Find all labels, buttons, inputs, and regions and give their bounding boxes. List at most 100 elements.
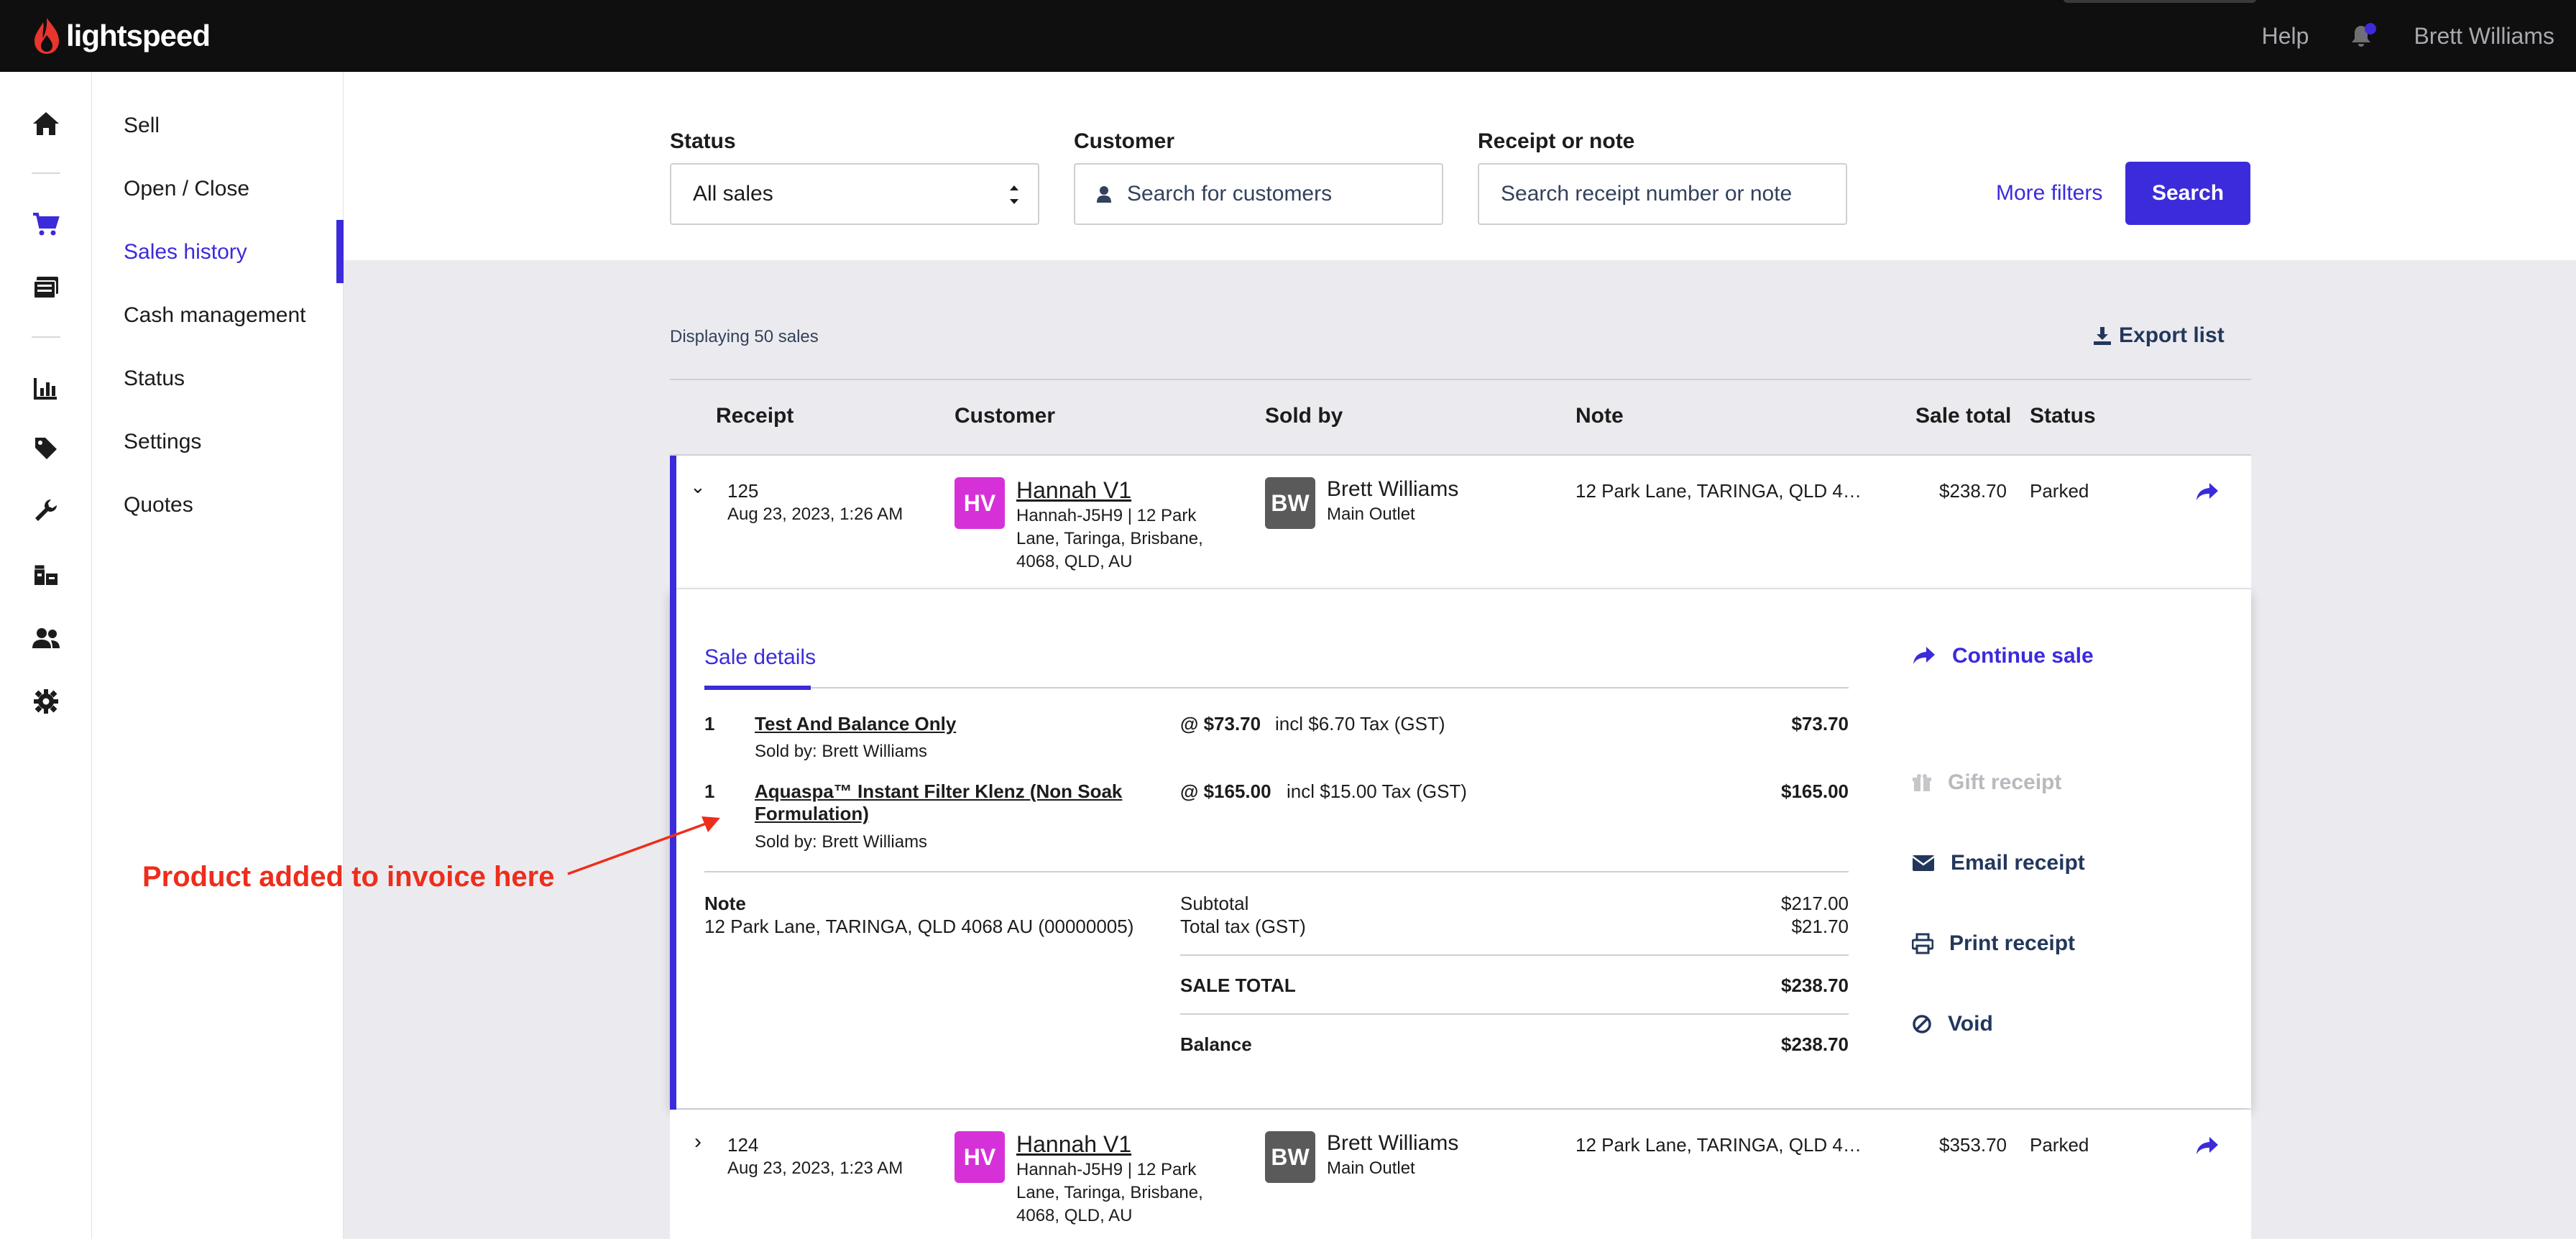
customer-name-link[interactable]: Hannah V1 [1016,477,1131,504]
continue-sale-label: Continue sale [1952,644,2094,668]
nav-item-cash-management[interactable]: Cash management [124,303,305,328]
results-count: Displaying 50 sales [670,327,819,346]
note-value: 12 Park Lane, TARINGA, QLD 4068 AU (0000… [704,916,1134,937]
seller-avatar: BW [1265,1131,1315,1183]
header-note: Note [1576,404,1624,428]
tag-icon[interactable] [29,431,63,466]
item-name-link[interactable]: Test And Balance Only [755,713,956,735]
chart-icon[interactable] [29,371,63,405]
sale-total: $353.70 [1939,1134,2007,1156]
table-row[interactable]: ⌄ 125 Aug 23, 2023, 1:26 AM HV Hannah V1… [670,456,2251,589]
row-expand-chevron[interactable]: › [694,1130,702,1154]
topbar-tab-edge [2063,0,2257,3]
subtotal-label: Subtotal [1180,893,1249,914]
envelope-icon [1912,855,1935,871]
nav-item-status[interactable]: Status [124,367,185,391]
item-sold-by: Sold by: Brett Williams [755,742,928,761]
status-select-value: All sales [693,182,773,206]
sale-total-label: SALE TOTAL [1180,975,1296,996]
tab-sale-details[interactable]: Sale details [704,645,816,670]
row-collapse-chevron[interactable]: ⌄ [690,476,706,498]
search-button[interactable]: Search [2125,162,2250,225]
nav-item-sell[interactable]: Sell [124,114,160,138]
brand-name: lightspeed [66,19,211,52]
continue-sale-arrow-icon[interactable] [2195,480,2220,505]
seller-name: Brett Williams [1327,477,1459,501]
customer-detail: Hannah-J5H9 | 12 Park Lane, Taringa, Bri… [1016,1159,1203,1228]
email-receipt-button[interactable]: Email receipt [1912,851,2085,875]
print-receipt-label: Print receipt [1949,931,2076,955]
customer-detail-line: Lane, Taringa, Brisbane, [1016,1183,1203,1202]
status-select[interactable]: All sales [670,163,1039,225]
warehouse-icon[interactable] [29,558,63,592]
customer-detail-line: 4068, QLD, AU [1016,1206,1133,1225]
sale-status: Parked [2030,480,2089,502]
continue-sale-arrow-icon[interactable] [2195,1134,2220,1159]
user-menu[interactable]: Brett Williams [2414,23,2554,50]
gift-receipt-button[interactable]: Gift receipt [1912,770,2061,795]
nav-item-open-close[interactable]: Open / Close [124,177,249,201]
flame-icon [34,18,59,54]
topbar-actions: Help Brett Williams [2262,0,2554,72]
register-icon[interactable] [29,270,63,305]
notification-dot [2365,23,2377,34]
header-status: Status [2030,404,2096,428]
avatar: HV [954,477,1005,529]
customer-detail: Hannah-J5H9 | 12 Park Lane, Taringa, Bri… [1016,505,1203,574]
bell-icon[interactable] [2350,23,2377,47]
gear-icon[interactable] [29,684,63,719]
customer-search-input[interactable]: Search for customers [1074,163,1443,225]
nav-item-settings[interactable]: Settings [124,430,201,454]
users-icon[interactable] [29,621,63,655]
item-unit-price: @ $165.00 [1180,780,1271,802]
nav-item-quotes[interactable]: Quotes [124,493,193,517]
item-unit-price: @ $73.70 [1180,713,1261,734]
item-name-line: Aquaspa™ Instant Filter Klenz (Non Soak [755,780,1123,802]
receipt-search-input[interactable]: Search receipt number or note [1478,163,1847,225]
wrench-icon[interactable] [29,493,63,528]
nav-active-indicator [336,220,344,283]
export-list-button[interactable]: Export list [2093,323,2225,348]
expanded-row-accent [670,456,676,1110]
printer-icon [1912,933,1933,954]
balance-label: Balance [1180,1033,1252,1055]
email-receipt-label: Email receipt [1951,851,2085,875]
more-filters-link[interactable]: More filters [1996,181,2102,206]
header-sale-total: Sale total [1915,404,2012,428]
nav-item-sales-history[interactable]: Sales history [124,240,247,264]
receipt-date: Aug 23, 2023, 1:26 AM [727,505,903,524]
receipt-number: 125 [727,480,759,502]
totals-divider [1180,954,1849,956]
cart-icon[interactable] [29,207,63,241]
item-tax: incl $6.70 Tax (GST) [1275,713,1445,734]
person-icon [1097,186,1111,203]
item-name-link[interactable]: Aquaspa™ Instant Filter Klenz (Non Soak … [755,780,1122,825]
customer-name-link[interactable]: Hannah V1 [1016,1131,1131,1158]
export-list-label: Export list [2119,323,2225,347]
gift-receipt-label: Gift receipt [1948,770,2062,794]
annotation-label: Product added to invoice here [142,861,555,893]
header-receipt: Receipt [716,404,794,428]
print-receipt-button[interactable]: Print receipt [1912,931,2075,956]
sale-status: Parked [2030,1134,2089,1156]
select-arrows-icon [1010,185,1018,204]
receipt-filter-label: Receipt or note [1478,129,1635,153]
item-qty: 1 [704,780,715,802]
help-link[interactable]: Help [2262,23,2309,50]
subtotal-value: $217.00 [1781,893,1849,914]
sale-note: 12 Park Lane, TARINGA, QLD 4… [1576,1134,1862,1156]
receipt-number: 124 [727,1134,759,1156]
gift-icon [1913,774,1931,791]
receipt-search-placeholder: Search receipt number or note [1501,182,1793,206]
header-sold-by: Sold by [1265,404,1343,428]
lightspeed-logo[interactable]: lightspeed [33,16,211,56]
customer-search-placeholder: Search for customers [1127,182,1333,206]
totals-divider [1180,1013,1849,1015]
home-icon[interactable] [29,106,63,141]
table-row[interactable]: › 124 Aug 23, 2023, 1:23 AM HV Hannah V1… [670,1110,2251,1239]
seller-avatar: BW [1265,477,1315,529]
continue-sale-button[interactable]: Continue sale [1912,644,2094,668]
customer-detail-line: Hannah-J5H9 | 12 Park [1016,506,1197,525]
void-button[interactable]: Void [1912,1012,1993,1036]
customer-detail-line: Hannah-J5H9 | 12 Park [1016,1160,1197,1179]
